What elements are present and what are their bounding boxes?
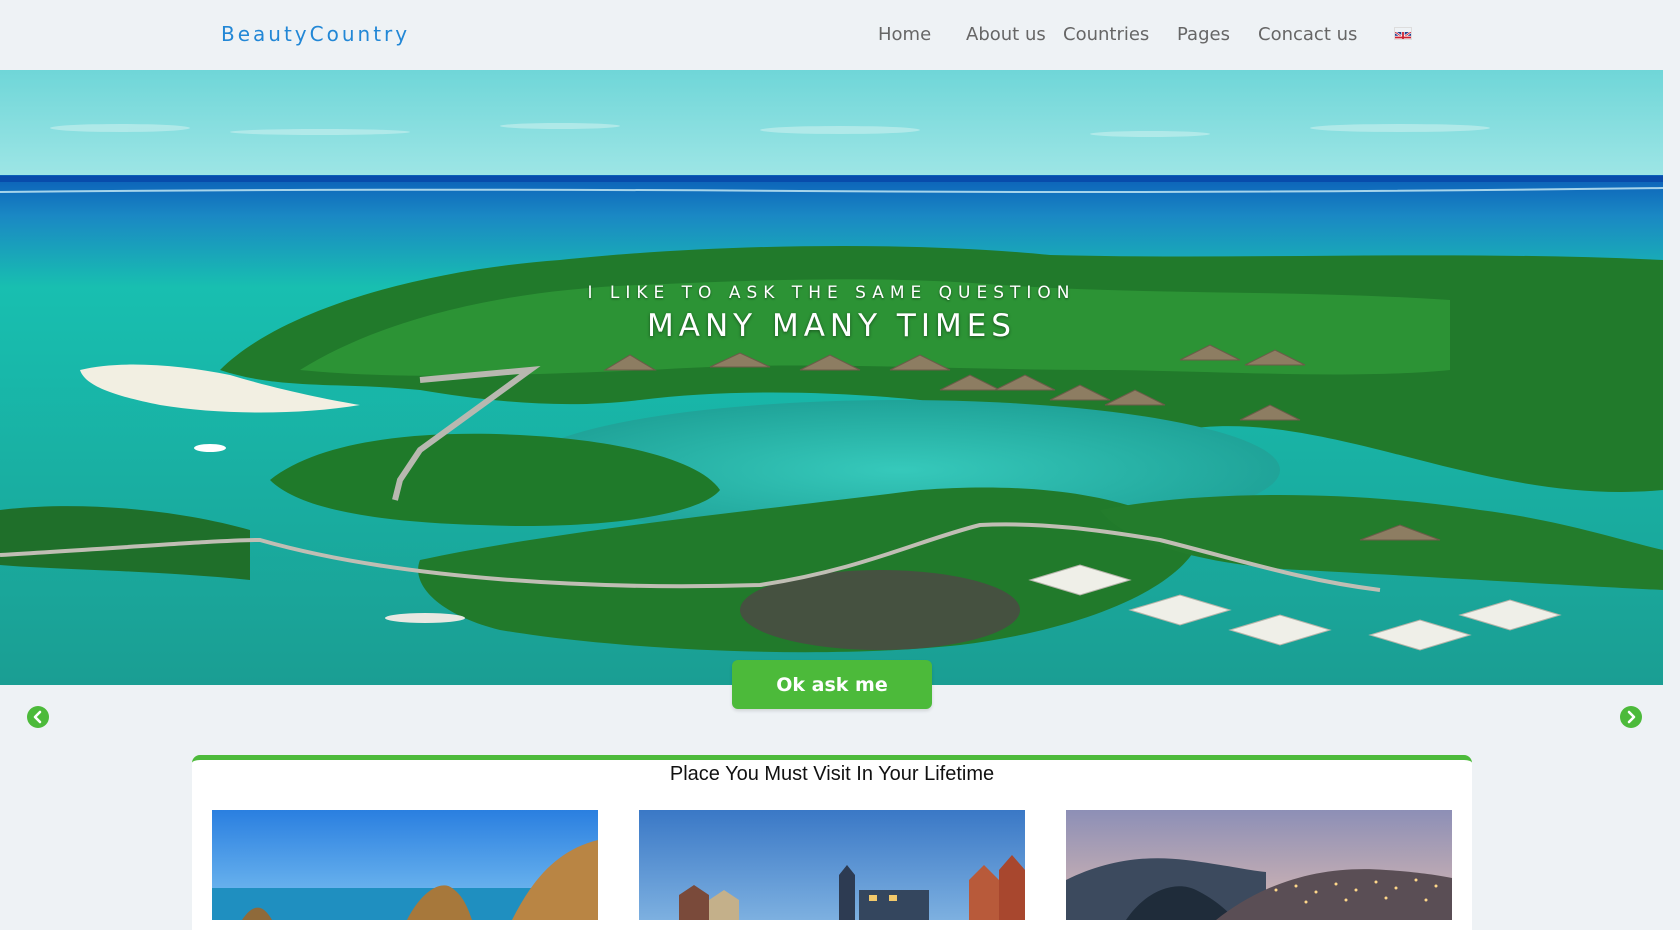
hero-island-image (0, 70, 1663, 685)
nav-pages[interactable]: Pages (1177, 24, 1230, 45)
hero-title: MANY MANY TIMES (647, 308, 1016, 344)
nav-contact-us[interactable]: Concact us (1258, 24, 1357, 45)
nav-home[interactable]: Home (878, 24, 931, 45)
section-title: Place You Must Visit In Your Lifetime (669, 763, 995, 785)
nav-countries[interactable]: Countries (1063, 24, 1149, 45)
place-card-coastal-rocks[interactable] (212, 810, 598, 920)
site-header: BeautyCountry Home About us Countries Pa… (0, 0, 1680, 70)
nav-about-us[interactable]: About us (966, 24, 1046, 45)
brand-logo[interactable]: BeautyCountry (221, 22, 410, 46)
chevron-left-icon[interactable] (27, 706, 49, 728)
place-card-european-town[interactable] (639, 810, 1025, 920)
chevron-right-icon[interactable] (1620, 706, 1642, 728)
coastal-rocks-photo (212, 810, 598, 920)
places-section: Place You Must Visit In Your Lifetime (192, 755, 1472, 930)
place-card-city-night[interactable] (1066, 810, 1452, 920)
hero-subtitle: I LIKE TO ASK THE SAME QUESTION (587, 283, 1076, 303)
city-night-photo (1066, 810, 1452, 920)
european-town-photo (639, 810, 1025, 920)
ok-ask-me-button[interactable]: Ok ask me (732, 660, 932, 709)
uk-flag-icon[interactable] (1394, 27, 1412, 40)
hero-slider: I LIKE TO ASK THE SAME QUESTION MANY MAN… (0, 70, 1663, 685)
